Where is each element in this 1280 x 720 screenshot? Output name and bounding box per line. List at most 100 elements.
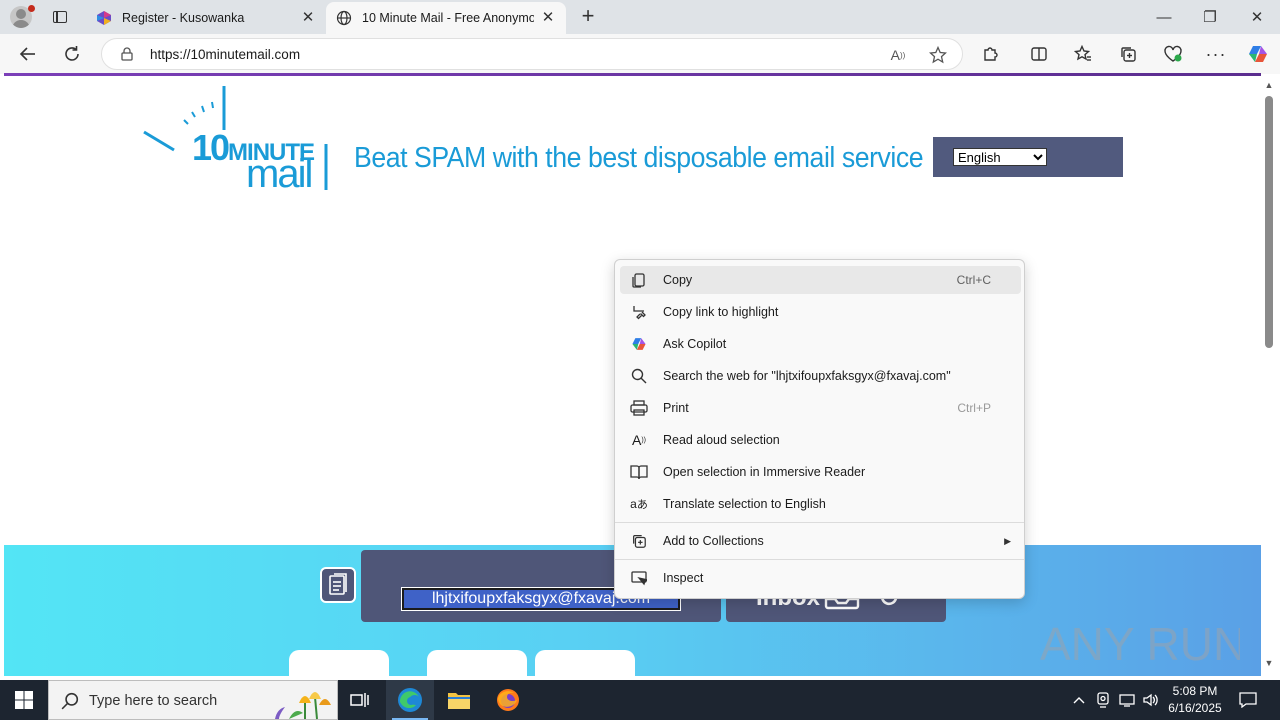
taskbar-edge-button[interactable] [386, 680, 434, 720]
read-aloud-icon: A)) [631, 432, 646, 448]
print-icon [629, 398, 649, 418]
back-arrow-icon [19, 47, 35, 61]
logo-mail-text: mail [246, 152, 313, 196]
taskbar-search[interactable]: Type here to search [48, 680, 338, 720]
language-panel: English [933, 137, 1123, 177]
network-icon[interactable] [1117, 680, 1137, 720]
back-button[interactable] [13, 40, 43, 68]
kusowanka-favicon-icon [96, 10, 112, 26]
collections-button[interactable] [1113, 40, 1143, 68]
restore-button[interactable]: ❐ [1187, 0, 1233, 34]
scroll-down-arrow-icon[interactable]: ▼ [1264, 658, 1274, 668]
close-window-button[interactable]: ✕ [1234, 0, 1280, 34]
tab-close-icon[interactable]: ✕ [540, 10, 556, 26]
action-card[interactable] [289, 650, 389, 676]
menu-item-copy[interactable]: Copy Ctrl+C [620, 266, 1021, 294]
menu-item-read-aloud[interactable]: A)) Read aloud selection [620, 426, 1021, 454]
split-screen-icon [1031, 47, 1047, 61]
device-icon[interactable] [1094, 680, 1112, 720]
tray-overflow-chevron-icon[interactable] [1070, 680, 1088, 720]
tab-register-kusowanka[interactable]: Register - Kusowanka ✕ [86, 2, 326, 34]
menu-separator [615, 522, 1024, 523]
page-scrollbar[interactable]: ▲ ▼ [1261, 76, 1280, 676]
search-icon [629, 366, 649, 386]
globe-icon [336, 10, 352, 26]
browser-toolbar: https://10minutemail.com A)) ··· [0, 34, 1280, 74]
clock-time: 5:08 PM [1172, 684, 1218, 698]
menu-item-immersive-reader[interactable]: Open selection in Immersive Reader [620, 458, 1021, 486]
search-icon [61, 692, 79, 710]
url-text[interactable]: https://10minutemail.com [150, 47, 300, 62]
start-button[interactable] [0, 680, 48, 720]
notifications-icon[interactable] [1236, 680, 1260, 720]
site-info-icon[interactable] [120, 47, 134, 61]
split-screen-button[interactable] [1024, 40, 1054, 68]
svg-text:ANY RUN: ANY RUN [1040, 618, 1240, 670]
menu-item-add-to-collections[interactable]: Add to Collections ▶ [620, 527, 1021, 555]
immersive-reader-icon [629, 462, 649, 482]
taskbar-file-explorer-button[interactable] [435, 680, 483, 720]
firefox-icon [497, 689, 519, 711]
volume-icon[interactable] [1141, 680, 1161, 720]
menu-item-translate[interactable]: aあ Translate selection to English [620, 490, 1021, 518]
menu-item-ask-copilot[interactable]: Ask Copilot [620, 330, 1021, 358]
menu-item-print[interactable]: Print Ctrl+P [620, 394, 1021, 422]
copilot-button[interactable] [1243, 40, 1273, 68]
menu-item-inspect[interactable]: Inspect [620, 564, 1021, 592]
copilot-icon [629, 334, 649, 354]
language-select[interactable]: English [953, 148, 1047, 166]
inspect-icon [629, 568, 649, 588]
copilot-icon [1249, 46, 1267, 62]
menu-item-copy-link-to-highlight[interactable]: Copy link to highlight [620, 298, 1021, 326]
taskbar: Type here to search 5:08 PM 6/16/2025 [0, 680, 1280, 720]
submenu-arrow-icon: ▶ [1004, 535, 1011, 546]
extensions-button[interactable] [976, 40, 1006, 68]
puzzle-icon [984, 47, 998, 61]
tab-10-minute-mail[interactable]: 10 Minute Mail - Free Anonymous ✕ [326, 2, 566, 34]
tab-actions-button[interactable] [48, 6, 72, 28]
tulips-illustration-icon [275, 692, 331, 720]
refresh-button[interactable] [57, 40, 87, 68]
favorite-star-icon[interactable] [927, 45, 949, 65]
new-tab-button[interactable]: + [576, 5, 600, 29]
copy-email-button[interactable] [320, 567, 356, 603]
taskbar-firefox-button[interactable] [484, 680, 532, 720]
windows-logo-icon [15, 691, 33, 709]
edge-icon [398, 688, 422, 712]
link-highlight-icon [629, 302, 649, 322]
tab-close-icon[interactable]: ✕ [300, 10, 316, 26]
scroll-thumb[interactable] [1265, 96, 1273, 348]
task-view-button[interactable] [336, 680, 384, 720]
favorites-button[interactable] [1068, 40, 1098, 68]
copy-icon [629, 270, 649, 290]
taskbar-clock[interactable]: 5:08 PM 6/16/2025 [1160, 683, 1230, 717]
task-view-icon [350, 693, 369, 707]
collections-icon [629, 531, 649, 551]
site-logo[interactable]: 10MINUTE mail [140, 84, 330, 194]
profile-notification-badge [28, 5, 35, 12]
refresh-icon [65, 46, 79, 61]
menu-separator [615, 559, 1024, 560]
context-menu: Copy Ctrl+C Copy link to highlight Ask C… [614, 259, 1025, 599]
tab-actions-icon [53, 11, 67, 23]
anyrun-watermark: ANY RUN [1040, 610, 1246, 672]
performance-button[interactable] [1158, 40, 1188, 68]
menu-item-search-web[interactable]: Search the web for "lhjtxifoupxfaksgyx@f… [620, 362, 1021, 390]
settings-more-button[interactable]: ··· [1201, 40, 1231, 68]
tab-strip: Register - Kusowanka ✕ 10 Minute Mail - … [0, 0, 1280, 34]
address-bar[interactable]: https://10minutemail.com A)) [101, 38, 963, 70]
action-card[interactable] [535, 650, 635, 676]
clipboard-icon [329, 573, 347, 595]
translate-icon: aあ [630, 497, 648, 511]
folder-icon [448, 693, 470, 709]
heart-pulse-icon [1164, 45, 1182, 62]
more-dots-icon: ··· [1205, 43, 1227, 64]
clock-date: 6/16/2025 [1168, 701, 1222, 715]
action-card[interactable] [427, 650, 527, 676]
tab-title: 10 Minute Mail - Free Anonymous [362, 11, 534, 25]
scroll-up-arrow-icon[interactable]: ▲ [1264, 80, 1274, 90]
minimize-button[interactable]: — [1141, 0, 1187, 34]
collections-icon [1121, 47, 1136, 62]
read-aloud-icon[interactable]: A)) [887, 45, 909, 65]
tagline: Beat SPAM with the best disposable email… [354, 142, 924, 174]
